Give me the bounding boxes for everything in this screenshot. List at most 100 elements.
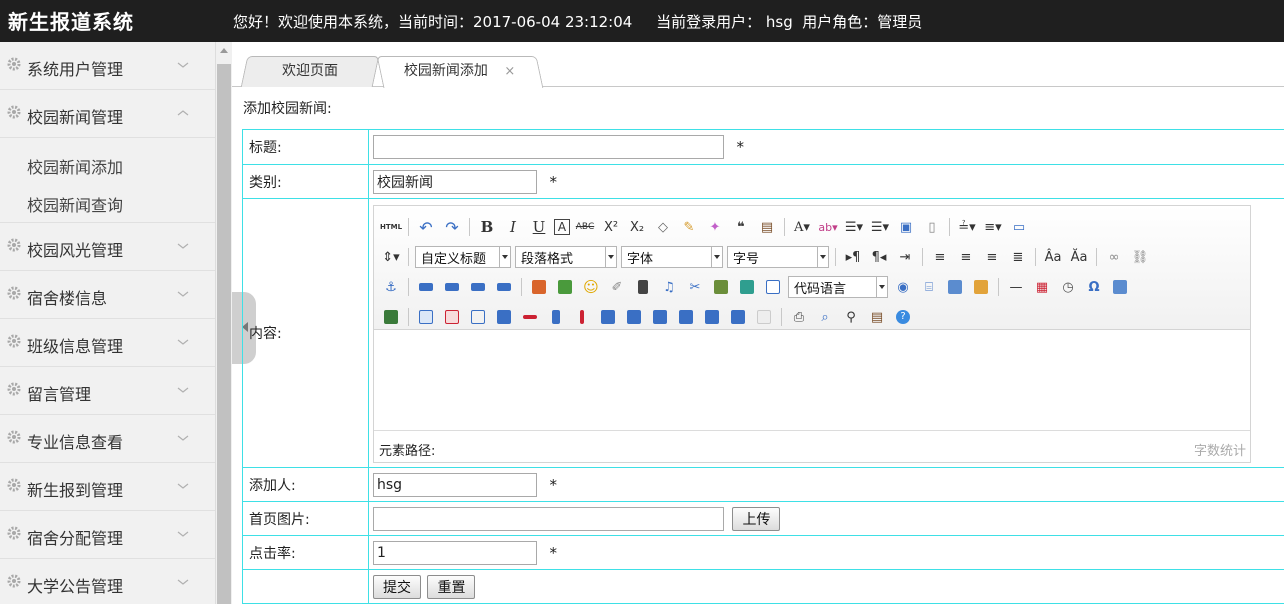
image-left-icon[interactable] <box>441 277 463 297</box>
format-brush-icon[interactable]: ✎ <box>678 217 700 237</box>
charts-icon[interactable] <box>753 307 775 327</box>
background-icon[interactable] <box>970 277 992 297</box>
direction-ltr-icon[interactable]: ▸¶ <box>842 247 864 267</box>
split-to-cells-icon[interactable] <box>675 307 697 327</box>
ordered-list-icon[interactable]: ☰▾ <box>843 217 865 237</box>
date-icon[interactable]: ▦ <box>1031 277 1053 297</box>
search-replace-icon[interactable]: ⚲ <box>840 307 862 327</box>
blockquote-icon[interactable]: ❝ <box>730 217 752 237</box>
underline-icon[interactable]: U <box>528 217 550 237</box>
merge-right-icon[interactable] <box>623 307 645 327</box>
merge-down-icon[interactable] <box>649 307 671 327</box>
editor-body[interactable] <box>374 330 1250 428</box>
submit-button[interactable]: 提交 <box>373 574 421 599</box>
upload-button[interactable]: 上传 <box>732 506 781 531</box>
close-icon[interactable]: × <box>505 64 516 79</box>
direction-rtl-icon[interactable]: ¶◂ <box>868 247 890 267</box>
auto-format-icon[interactable]: ✦ <box>704 217 726 237</box>
sidebar-item-class-info[interactable]: 班级信息管理 <box>0 319 215 367</box>
insert-paragraph-before-table-icon[interactable] <box>467 307 489 327</box>
gmap-icon[interactable] <box>736 277 758 297</box>
category-input[interactable] <box>373 169 537 194</box>
align-right-icon[interactable]: ≡ <box>981 247 1003 267</box>
preview-icon[interactable]: ▭ <box>1008 217 1030 237</box>
sidebar-item-major-info[interactable]: 专业信息查看 <box>0 415 215 463</box>
music-icon[interactable]: ♫ <box>658 277 680 297</box>
sidebar-item-messages[interactable]: 留言管理 <box>0 367 215 415</box>
web-app-icon[interactable]: ◉ <box>892 277 914 297</box>
simple-upload-icon[interactable] <box>528 277 550 297</box>
image-center-icon[interactable] <box>493 277 515 297</box>
split-to-rows-icon[interactable] <box>701 307 723 327</box>
tab-welcome[interactable]: 欢迎页面 <box>240 56 380 87</box>
scrawl-icon[interactable]: ✐ <box>606 277 628 297</box>
merge-cells-icon[interactable] <box>597 307 619 327</box>
emotion-icon[interactable]: ☺ <box>580 277 602 297</box>
font-size-select[interactable]: 字号 <box>727 246 829 268</box>
title-input[interactable] <box>373 135 724 159</box>
custom-title-select[interactable]: 自定义标题 <box>415 246 511 268</box>
image-right-icon[interactable] <box>467 277 489 297</box>
map-icon[interactable] <box>710 277 732 297</box>
print-icon[interactable]: ⎙ <box>788 307 810 327</box>
clicks-input[interactable] <box>373 540 537 565</box>
code-language-select[interactable]: 代码语言 <box>788 276 888 298</box>
strikethrough-icon[interactable]: ABC <box>574 217 596 237</box>
split-to-cols-icon[interactable] <box>727 307 749 327</box>
delete-col-icon[interactable] <box>571 307 593 327</box>
font-family-select[interactable]: 字体 <box>621 246 723 268</box>
row-spacing-top-icon[interactable]: ≟▾ <box>956 217 978 237</box>
italic-icon[interactable]: I <box>502 217 524 237</box>
sidebar-item-news-management[interactable]: 校园新闻管理 <box>0 90 215 138</box>
indent-icon[interactable]: ⇥ <box>894 247 916 267</box>
insert-row-icon[interactable] <box>493 307 515 327</box>
horizontal-rule-icon[interactable]: — <box>1005 277 1027 297</box>
clear-doc-icon[interactable]: ▯ <box>921 217 943 237</box>
insert-col-icon[interactable] <box>545 307 567 327</box>
insert-table-icon[interactable] <box>415 307 437 327</box>
background-color-icon[interactable]: ab▾ <box>817 217 839 237</box>
to-lowercase-icon[interactable]: Ăa <box>1068 247 1090 267</box>
time-icon[interactable]: ◷ <box>1057 277 1079 297</box>
unlink-icon[interactable]: ⛓ <box>1129 247 1151 267</box>
select-all-icon[interactable]: ▣ <box>895 217 917 237</box>
preview-search-icon[interactable]: ⌕ <box>814 307 836 327</box>
insert-frame-icon[interactable] <box>762 277 784 297</box>
font-color-icon[interactable]: A▾ <box>791 217 813 237</box>
sidebar-item-campus-scenery[interactable]: 校园风光管理 <box>0 223 215 271</box>
special-chars-icon[interactable]: Ω <box>1083 277 1105 297</box>
unordered-list-icon[interactable]: ☰▾ <box>869 217 891 237</box>
eraser-icon[interactable]: ◇ <box>652 217 674 237</box>
sidebar-item-registration[interactable]: 新生报到管理 <box>0 463 215 511</box>
anchor-icon[interactable]: ⚓ <box>380 277 402 297</box>
image-path-input[interactable] <box>373 506 724 531</box>
drafts-icon[interactable]: ▤ <box>866 307 888 327</box>
template-icon[interactable] <box>944 277 966 297</box>
author-input[interactable] <box>373 472 537 497</box>
snapscreen-icon[interactable] <box>380 307 402 327</box>
image-none-icon[interactable] <box>415 277 437 297</box>
sidebar-item-dorm-assignment[interactable]: 宿舍分配管理 <box>0 511 215 559</box>
align-justify-icon[interactable]: ≣ <box>1007 247 1029 267</box>
sidebar-item-dormitory-info[interactable]: 宿舍楼信息 <box>0 271 215 319</box>
html-source-button[interactable]: HTML <box>380 217 402 237</box>
font-border-icon[interactable]: A <box>554 219 570 235</box>
page-break-icon[interactable]: ⌸ <box>918 277 940 297</box>
sidebar-subitem-news-add[interactable]: 校园新闻添加 <box>27 154 123 178</box>
tab-news-add[interactable]: 校园新闻添加 × <box>376 56 544 88</box>
rich-text-editor[interactable]: HTML ↶ ↷ B I U A ABC X² X₂ ◇ ✎ ✦ ❝ ▤ A▾ … <box>373 205 1251 463</box>
bold-icon[interactable]: B <box>476 217 498 237</box>
align-center-icon[interactable]: ≡ <box>955 247 977 267</box>
row-spacing-bottom-icon[interactable]: ≡▾ <box>982 217 1004 237</box>
paragraph-format-select[interactable]: 段落格式 <box>515 246 617 268</box>
subscript-icon[interactable]: X₂ <box>626 217 648 237</box>
delete-row-icon[interactable] <box>519 307 541 327</box>
sidebar-scrollbar[interactable] <box>215 42 232 604</box>
reset-button[interactable]: 重置 <box>427 574 476 599</box>
paste-plain-icon[interactable]: ▤ <box>756 217 778 237</box>
align-left-icon[interactable]: ≡ <box>929 247 951 267</box>
redo-icon[interactable]: ↷ <box>441 217 463 237</box>
delete-table-icon[interactable] <box>441 307 463 327</box>
link-icon[interactable]: ∞ <box>1103 247 1125 267</box>
insert-image-icon[interactable] <box>554 277 576 297</box>
